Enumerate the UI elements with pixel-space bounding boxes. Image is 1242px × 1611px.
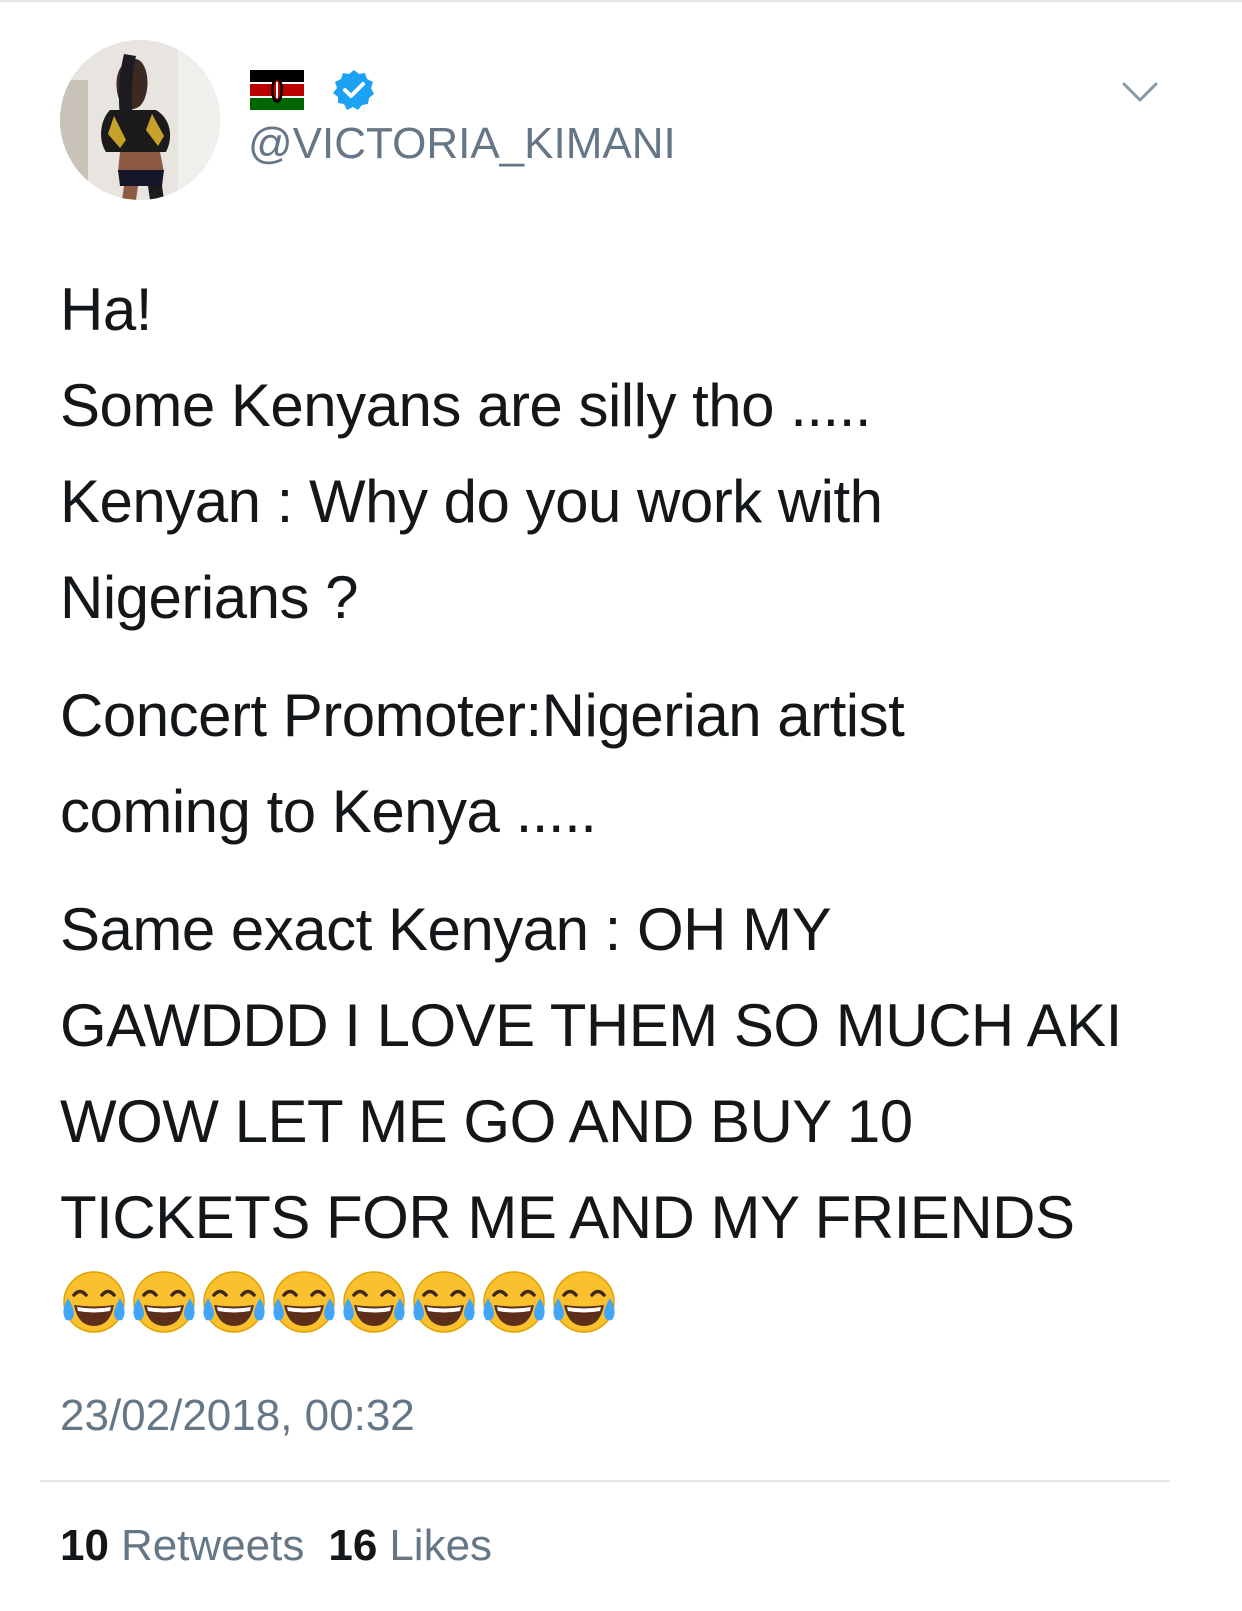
face-with-tears-of-joy-icon [133,1271,195,1333]
face-with-tears-of-joy-icon [483,1271,545,1333]
tweet-paragraph: Ha! Some Kenyans are silly tho ..... Ken… [60,262,1190,646]
tweet-timestamp[interactable]: 23/02/2018, 00:32 [60,1388,415,1444]
tweet-paragraph: Same exact Kenyan : OH MY GAWDDD I LOVE … [60,882,1190,1266]
face-with-tears-of-joy-icon [203,1271,265,1333]
tweet-line: GAWDDD I LOVE THEM SO MUCH AKI [60,992,1122,1059]
face-with-tears-of-joy-icon [413,1271,475,1333]
tweet-text: Ha! Some Kenyans are silly tho ..... Ken… [60,262,1190,1266]
chevron-down-icon[interactable] [1118,70,1162,114]
avatar[interactable] [60,40,220,200]
tweet-line: Concert Promoter:Nigerian artist [60,682,905,749]
likes-label: Likes [389,1521,493,1570]
face-with-tears-of-joy-icon [343,1271,405,1333]
tweet-line: Nigerians ? [60,564,359,631]
author-name-row [250,66,376,114]
face-with-tears-of-joy-icon [63,1271,125,1333]
retweets-label: Retweets [120,1521,305,1570]
tweet-line: Kenyan : Why do you work with [60,468,883,535]
likes-count: 16 [328,1521,378,1570]
likes-stat[interactable]: 16 Likes [328,1518,492,1574]
retweets-count: 10 [60,1521,109,1570]
face-with-tears-of-joy-icon [553,1271,615,1333]
tweet-line: TICKETS FOR ME AND MY FRIENDS [60,1184,1075,1251]
emoji-row [60,1268,618,1338]
kenya-flag-icon [250,70,304,110]
tweet-line: Some Kenyans are silly tho ..... [60,372,872,439]
stats-divider [40,1480,1170,1482]
verified-badge-icon [333,70,374,110]
tweet-line: WOW LET ME GO AND BUY 10 [60,1088,913,1155]
tweet-paragraph: Concert Promoter:Nigerian artist coming … [60,668,1190,860]
tweet-line: coming to Kenya ..... [60,778,597,845]
top-divider [0,0,1242,2]
author-handle[interactable]: @VICTORIA_KIMANI [248,116,676,172]
tweet-stats: 10 Retweets 16 Likes [60,1518,492,1574]
face-with-tears-of-joy-icon [273,1271,335,1333]
tweet-line: Ha! [60,276,152,343]
tweet-line: Same exact Kenyan : OH MY [60,896,832,963]
retweets-stat[interactable]: 10 Retweets [60,1518,304,1574]
